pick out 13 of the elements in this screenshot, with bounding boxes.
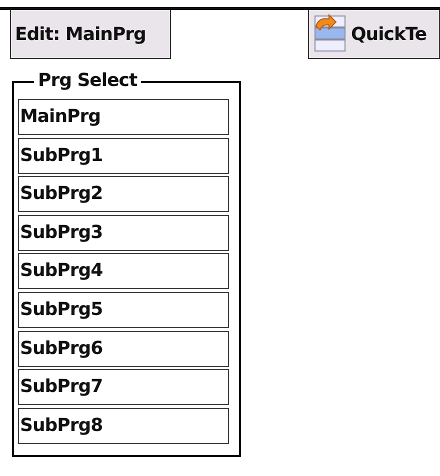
list-arrow-icon [313,14,347,54]
program-item[interactable]: SubPrg7 [18,369,229,406]
quicktest-button[interactable]: QuickTe [308,10,440,59]
program-item[interactable]: SubPrg6 [18,330,229,367]
edit-button[interactable]: Edit: MainPrg [10,10,171,59]
program-item[interactable]: SubPrg2 [18,176,229,212]
program-item[interactable]: MainPrg [18,99,229,135]
program-item[interactable]: SubPrg8 [18,408,229,444]
program-item[interactable]: SubPrg1 [18,138,229,174]
program-item[interactable]: SubPrg3 [18,214,229,251]
program-item[interactable]: SubPrg5 [18,292,229,328]
program-item[interactable]: SubPrg4 [18,253,229,290]
group-title: Prg Select [34,69,142,93]
